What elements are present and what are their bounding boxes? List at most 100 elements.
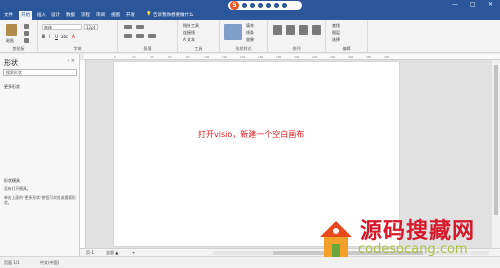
tab-review[interactable]: 审阅 xyxy=(96,12,105,18)
ruler-tick: 140 xyxy=(240,55,246,59)
connector-tool-button[interactable]: 连接线 xyxy=(183,30,195,36)
group-clipboard: 粘贴 剪贴板 xyxy=(0,20,38,53)
title-bar: S — □ ✕ xyxy=(0,0,500,11)
ime-skin-icon[interactable] xyxy=(274,3,279,8)
ruler-tick: 260 xyxy=(348,55,354,59)
ruler-tick: 40 xyxy=(150,55,154,59)
page-info[interactable]: 页面 1/1 xyxy=(4,260,20,266)
no-stencil-text: 没有打开模具。 xyxy=(4,186,31,191)
vertical-scroll-thumb[interactable] xyxy=(494,65,498,215)
tab-developer[interactable]: 开发 xyxy=(126,12,135,18)
annotation-text: 打开visio，新建一个空白画布 xyxy=(198,130,305,139)
text-tool-button[interactable]: A 文本 xyxy=(183,37,195,43)
ime-voice-icon[interactable] xyxy=(258,3,263,8)
ruler-tick: 20 xyxy=(132,55,136,59)
language-indicator[interactable]: 中文(中国) xyxy=(40,260,59,266)
add-page-button[interactable]: + xyxy=(132,250,135,255)
fill-button[interactable]: 填充 xyxy=(246,23,254,29)
shapes-panel: 形状 ‹ × 搜索形状 更多形状 形状模具 没有打开模具。 单击上面的"更多形状… xyxy=(0,54,80,256)
lightbulb-icon: 💡 xyxy=(146,12,152,17)
ribbon: 粘贴 剪贴板 宋体 12pt B I U abc A 字体 段落 指针工具 连接… xyxy=(0,20,500,53)
align-icon[interactable] xyxy=(273,25,282,35)
font-label: 字体 xyxy=(73,46,82,51)
close-button[interactable]: ✕ xyxy=(488,1,493,8)
more-shapes-button[interactable]: 更多形状 xyxy=(4,84,20,90)
clipboard-label: 剪贴板 xyxy=(12,46,25,51)
ime-tools-icon[interactable] xyxy=(282,3,287,8)
position-icon[interactable] xyxy=(286,25,295,35)
panel-close-icon[interactable]: ‹ × xyxy=(67,58,75,64)
ruler-tick: 200 xyxy=(294,55,300,59)
tools-label: 工具 xyxy=(194,46,203,51)
panel-title: 形状 xyxy=(4,59,18,67)
shape-styles-label: 形状样式 xyxy=(235,46,252,51)
paste-button[interactable]: 粘贴 xyxy=(6,38,14,44)
stencil-heading: 形状模具 xyxy=(4,178,20,183)
tab-data[interactable]: 数据 xyxy=(66,12,75,18)
effect-button[interactable]: 效果 xyxy=(246,37,254,43)
quick-styles-icon[interactable] xyxy=(224,24,242,40)
group-icon[interactable] xyxy=(312,25,321,35)
align-right-icon[interactable] xyxy=(148,34,156,38)
group-font: 宋体 12pt B I U abc A 字体 xyxy=(38,20,118,53)
ruler-tick: 220 xyxy=(312,55,318,59)
group-arrange: 排列 xyxy=(268,20,326,53)
font-color-button[interactable]: A xyxy=(72,34,75,39)
house-logo-icon xyxy=(320,221,352,257)
align-middle-icon[interactable] xyxy=(136,25,144,29)
paragraph-label: 段落 xyxy=(143,46,152,51)
align-top-icon[interactable] xyxy=(124,25,132,29)
group-editing: 查找 图层 选择 编辑 xyxy=(326,20,368,53)
pointer-tool-button[interactable]: 指针工具 xyxy=(183,23,199,29)
ime-punct-icon[interactable] xyxy=(250,3,255,8)
group-shape-styles: 填充 线条 效果 形状样式 xyxy=(220,20,268,53)
paste-icon[interactable] xyxy=(6,24,17,36)
ruler-tick: 80 xyxy=(186,55,190,59)
ime-toolbar[interactable]: S xyxy=(228,1,302,10)
tab-design[interactable]: 设计 xyxy=(51,12,60,18)
tab-view[interactable]: 视图 xyxy=(111,12,120,18)
hint-text: 单击上面的"更多形状"按钮可浏览或搜索形状。 xyxy=(4,195,76,205)
bring-forward-icon[interactable] xyxy=(299,25,308,35)
editing-label: 编辑 xyxy=(342,46,351,51)
select-button[interactable]: 选择 xyxy=(332,37,340,43)
ruler-tick: 120 xyxy=(222,55,228,59)
cut-icon[interactable] xyxy=(24,24,29,29)
font-size-select[interactable]: 12pt xyxy=(84,24,98,30)
tab-home[interactable]: 开始 xyxy=(19,11,32,20)
minimize-button[interactable]: — xyxy=(452,1,458,8)
strikethrough-button[interactable]: abc xyxy=(61,34,68,39)
ime-keyboard-icon[interactable] xyxy=(266,3,271,8)
maximize-button[interactable]: □ xyxy=(470,1,476,8)
align-center-icon[interactable] xyxy=(136,34,144,38)
ruler-tick: 280 xyxy=(366,55,372,59)
ruler-tick: 160 xyxy=(258,55,264,59)
sogou-logo-icon: S xyxy=(230,1,239,10)
ruler-tick: 100 xyxy=(204,55,210,59)
tab-insert[interactable]: 插入 xyxy=(37,12,46,18)
ruler-tick: 180 xyxy=(276,55,282,59)
tab-file[interactable]: 文件 xyxy=(4,12,13,18)
find-button[interactable]: 查找 xyxy=(332,23,340,29)
copy-icon[interactable] xyxy=(24,31,29,36)
ruler-tick: 60 xyxy=(168,55,172,59)
ruler-tick: 300 xyxy=(384,55,390,59)
ime-mode-icon[interactable] xyxy=(242,3,247,8)
ruler-tick: 0 xyxy=(114,55,116,59)
tell-me-input[interactable]: 告诉我你想要做什么 xyxy=(153,12,194,18)
tab-process[interactable]: 流程 xyxy=(81,12,90,18)
underline-button[interactable]: U xyxy=(55,34,58,39)
italic-button[interactable]: I xyxy=(49,34,50,39)
watermark: 源码搜藏网 codesocang.com xyxy=(312,213,500,268)
layers-button[interactable]: 图层 xyxy=(332,30,340,36)
shape-search-input[interactable]: 搜索形状 xyxy=(3,69,77,76)
arrange-label: 排列 xyxy=(292,46,301,51)
align-left-icon[interactable] xyxy=(124,34,132,38)
format-painter-icon[interactable] xyxy=(24,38,29,43)
line-button[interactable]: 线条 xyxy=(246,30,254,36)
ribbon-tabs: 文件 开始 插入 设计 数据 流程 审阅 视图 开发 💡 告诉我你想要做什么 xyxy=(0,11,500,20)
group-tools: 指针工具 连接线 A 文本 工具 xyxy=(178,20,220,53)
bold-button[interactable]: B xyxy=(42,34,45,39)
font-face-select[interactable]: 宋体 xyxy=(42,24,82,30)
watermark-en: codesocang.com xyxy=(358,242,468,257)
